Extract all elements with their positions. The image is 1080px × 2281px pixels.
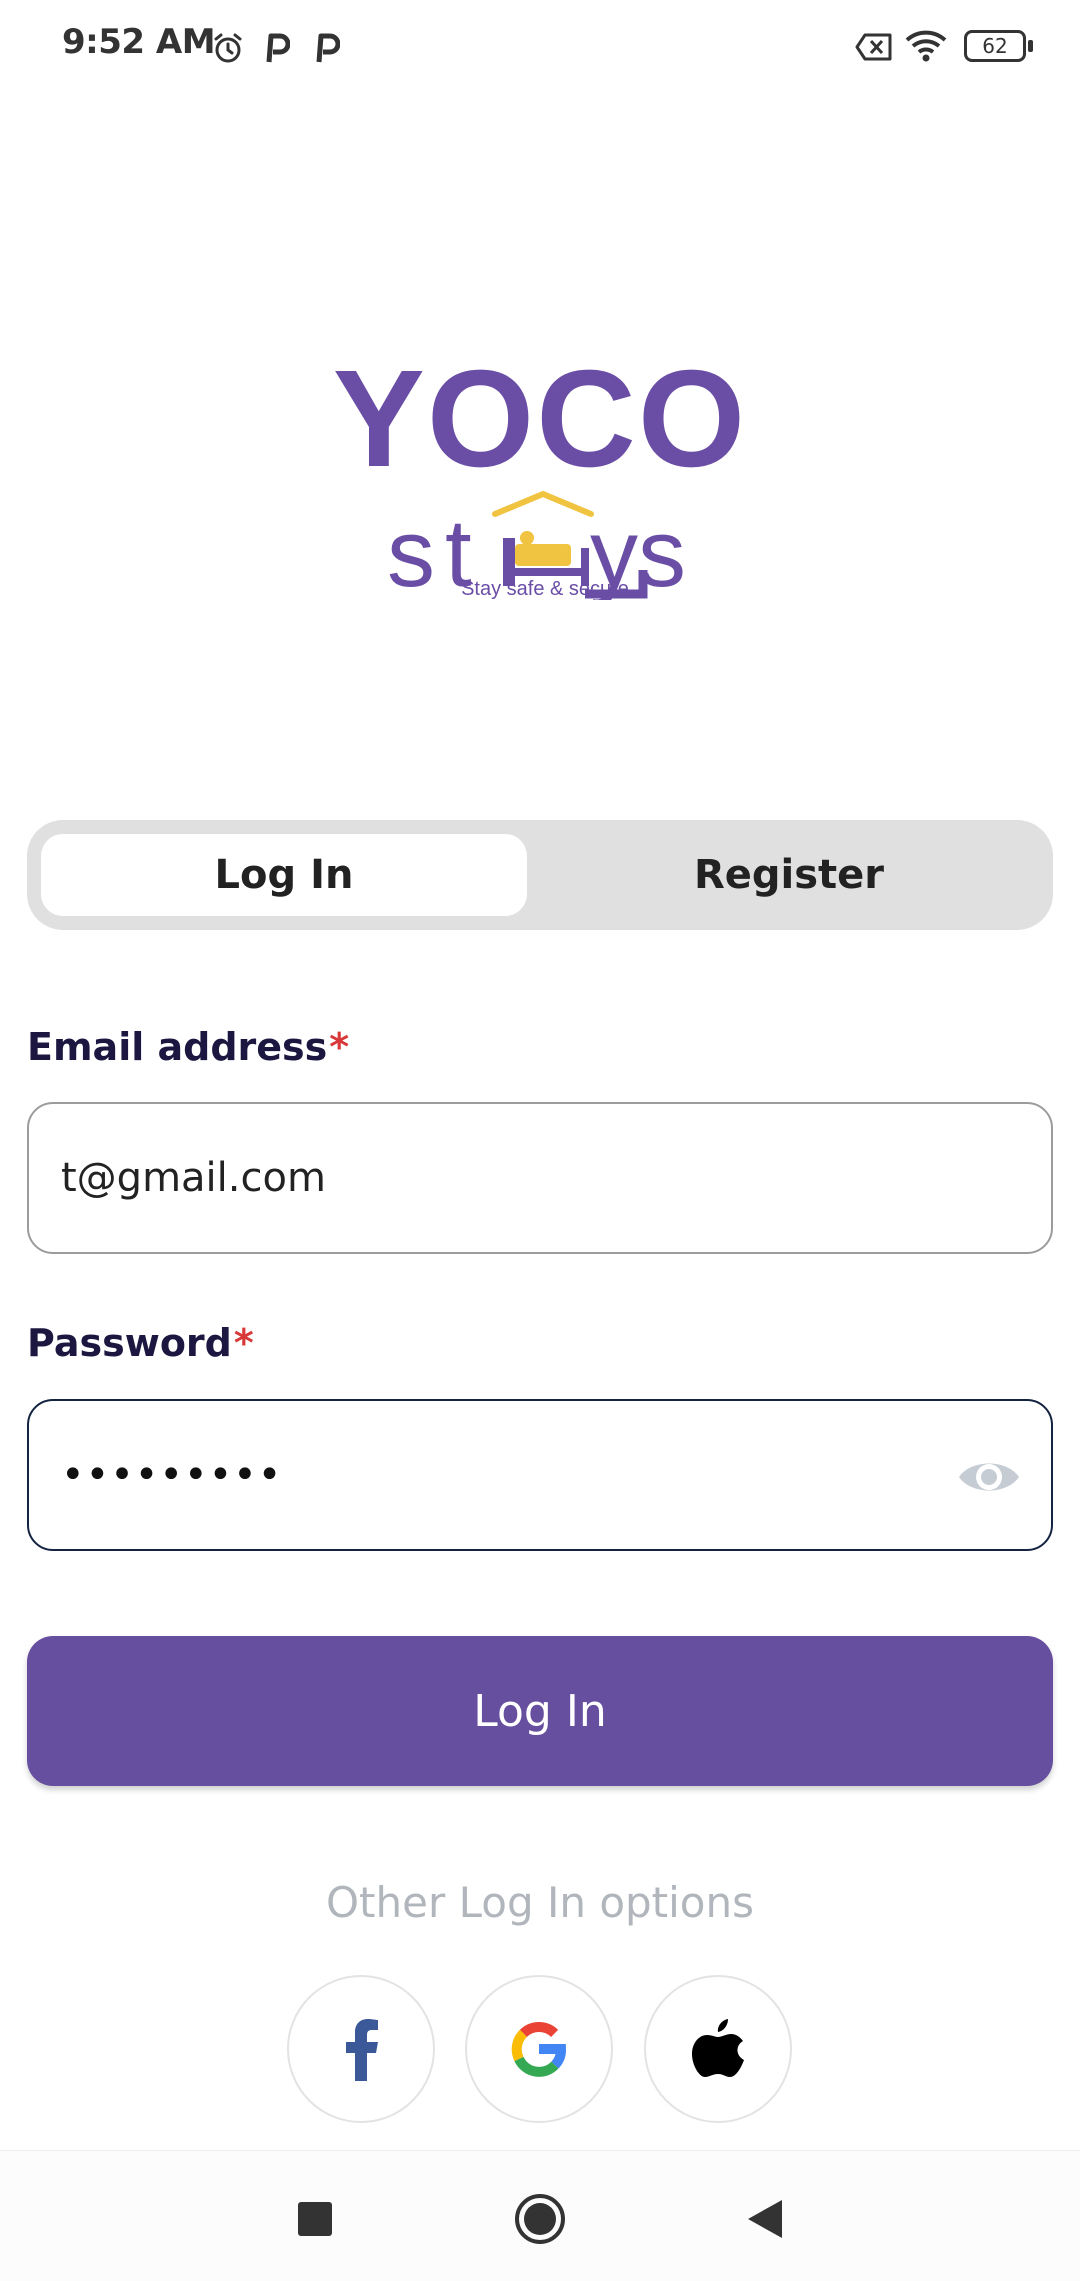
- logo-wordmark-top: YOCO: [332, 342, 748, 496]
- parking-icon: [262, 30, 292, 66]
- tab-register[interactable]: Register: [539, 834, 1039, 916]
- required-mark: *: [329, 1025, 350, 1069]
- battery-level: 62: [982, 34, 1008, 58]
- battery-icon: 62: [964, 30, 1034, 64]
- required-mark: *: [233, 1321, 254, 1365]
- alarm-icon: [210, 30, 246, 66]
- parking-icon: [312, 30, 342, 66]
- facebook-icon: [341, 2017, 381, 2081]
- status-time: 9:52 AM: [62, 22, 216, 62]
- tab-login[interactable]: Log In: [41, 834, 527, 916]
- password-field[interactable]: •••••••••: [27, 1399, 1053, 1551]
- eye-icon[interactable]: [957, 1445, 1021, 1509]
- email-value: t@gmail.com: [61, 1155, 326, 1201]
- google-icon: [509, 2019, 569, 2079]
- recents-square-icon[interactable]: [285, 2189, 345, 2249]
- status-bar: 9:52 AM 62: [0, 0, 1080, 96]
- login-button[interactable]: Log In: [27, 1636, 1053, 1786]
- system-nav-bar: [0, 2150, 1080, 2281]
- email-label-text: Email address: [27, 1025, 328, 1069]
- facebook-login-button[interactable]: [287, 1975, 435, 2123]
- other-login-options-label: Other Log In options: [325, 1878, 755, 1927]
- no-sim-icon: [854, 32, 894, 62]
- email-label: Email address*: [27, 1025, 349, 1069]
- home-circle-icon[interactable]: [510, 2189, 570, 2249]
- google-login-button[interactable]: [465, 1975, 613, 2123]
- auth-mode-toggle: Log In Register: [27, 820, 1053, 930]
- email-field[interactable]: t@gmail.com: [27, 1102, 1053, 1254]
- apple-login-button[interactable]: [644, 1975, 792, 2123]
- apple-icon: [690, 2017, 746, 2081]
- password-label-text: Password: [27, 1321, 232, 1365]
- back-triangle-icon[interactable]: [734, 2189, 794, 2249]
- password-label: Password*: [27, 1321, 254, 1365]
- password-value: •••••••••: [61, 1452, 283, 1498]
- wifi-icon: [904, 28, 948, 64]
- logo-tagline: Stay safe & secure: [461, 578, 629, 600]
